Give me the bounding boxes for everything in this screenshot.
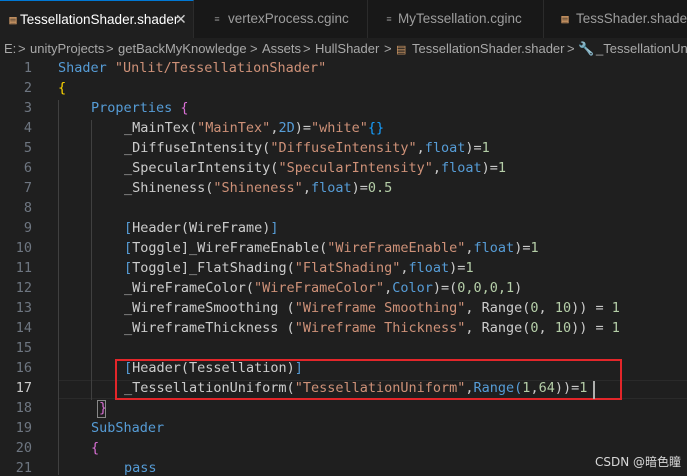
line-number: 13 (15, 300, 32, 316)
breadcrumb-separator: > (18, 41, 26, 56)
shader-file-icon: ▤ (396, 44, 407, 56)
line-number: 18 (15, 400, 32, 416)
line-number: 15 (15, 340, 32, 356)
line-number: 19 (15, 420, 32, 436)
indent-guide (91, 120, 92, 400)
bracket-match-box (97, 400, 106, 418)
code-line: { (91, 440, 100, 456)
breadcrumb-item-hullshader[interactable]: HullShader (315, 41, 379, 56)
breadcrumb-item-symbol[interactable]: _TessellationUni (596, 41, 687, 56)
code-line: _SpecularIntensity("SpecularIntensity",f… (124, 160, 507, 176)
tab-bar: ▤ TessellationShader.shader ✕ ≡ vertexPr… (0, 0, 687, 38)
tab-label: TessellationShader.shader (20, 12, 179, 27)
breadcrumb-item-file[interactable]: TessellationShader.shader (412, 41, 565, 56)
text-cursor (593, 381, 595, 399)
line-number: 8 (23, 200, 32, 216)
wrench-icon: 🔧 (578, 41, 595, 56)
breadcrumb-item-drive[interactable]: E: (4, 41, 16, 56)
code-line: Properties { (91, 100, 189, 116)
line-number: 2 (23, 80, 32, 96)
code-line: _WireFrameColor("WireFrameColor",Color)=… (124, 280, 523, 296)
breadcrumb-item-assets[interactable]: Assets (262, 41, 301, 56)
indent-guide (58, 100, 59, 475)
line-number: 10 (15, 240, 32, 256)
tab-label: TessShader.shader (576, 11, 687, 26)
tab-mytessellation[interactable]: ≡ MyTessellation.cginc (368, 0, 544, 38)
line-number: 11 (15, 260, 32, 276)
line-number: 6 (23, 160, 32, 176)
code-line: _MainTex("MainTex",2D)="white"{} (124, 120, 385, 136)
code-line: Shader "Unlit/TessellationShader" (58, 60, 327, 76)
code-line: _WireframeSmoothing ("Wireframe Smoothin… (124, 300, 620, 316)
code-line: [Header(WireFrame)] (124, 220, 279, 236)
code-line: [Toggle]_FlatShading("FlatShading",float… (124, 260, 474, 276)
line-number: 20 (15, 440, 32, 456)
breadcrumb-separator: > (567, 41, 575, 56)
code-line: [Toggle]_WireFrameEnable("WireFrameEnabl… (124, 240, 539, 256)
line-number: 16 (15, 360, 32, 376)
watermark: CSDN @暗色瞳 (595, 455, 682, 469)
breadcrumb-separator: > (384, 41, 392, 56)
cginc-file-icon: ≡ (214, 14, 220, 24)
breadcrumb-separator: > (106, 41, 114, 56)
line-number: 5 (23, 140, 32, 156)
line-number: 7 (23, 180, 32, 196)
line-number: 9 (23, 220, 32, 236)
line-number: 4 (23, 120, 32, 136)
close-icon[interactable]: ✕ (175, 11, 187, 28)
line-number: 12 (15, 280, 32, 296)
code-line: _DiffuseIntensity("DiffuseIntensity",flo… (124, 140, 490, 156)
tab-tessellationshader[interactable]: ▤ TessellationShader.shader ✕ (0, 0, 194, 38)
code-line: _Shineness("Shineness",float)=0.5 (124, 180, 393, 196)
breadcrumb-separator: > (303, 41, 311, 56)
breadcrumb: E: > unityProjects > getBackMyKnowledge … (0, 38, 687, 60)
shader-file-icon: ▤ (8, 15, 18, 25)
annotation-highlight-box (115, 359, 622, 400)
line-number: 14 (15, 320, 32, 336)
breadcrumb-item-unityprojects[interactable]: unityProjects (30, 41, 104, 56)
code-line: SubShader (91, 420, 165, 436)
code-line: _WireframeThickness ("Wireframe Thicknes… (124, 320, 620, 336)
line-number-current: 17 (15, 380, 32, 396)
tab-vertexprocess[interactable]: ≡ vertexProcess.cginc (194, 0, 368, 38)
tab-tessshader[interactable]: ▤ TessShader.shader (544, 0, 687, 38)
shader-file-icon: ▤ (560, 14, 570, 24)
tab-label: MyTessellation.cginc (398, 11, 522, 26)
cginc-file-icon: ≡ (386, 14, 392, 24)
line-number: 3 (23, 100, 32, 116)
code-editor[interactable]: 1 2 3 4 5 6 7 8 9 10 11 12 13 14 15 16 1… (0, 60, 687, 476)
code-line: pass (124, 460, 157, 476)
line-number: 1 (23, 60, 32, 76)
breadcrumb-item-getbackmyknowledge[interactable]: getBackMyKnowledge (118, 41, 247, 56)
tab-label: vertexProcess.cginc (228, 11, 349, 26)
code-line: { (58, 80, 67, 96)
breadcrumb-separator: > (250, 41, 258, 56)
line-number: 21 (15, 460, 32, 476)
